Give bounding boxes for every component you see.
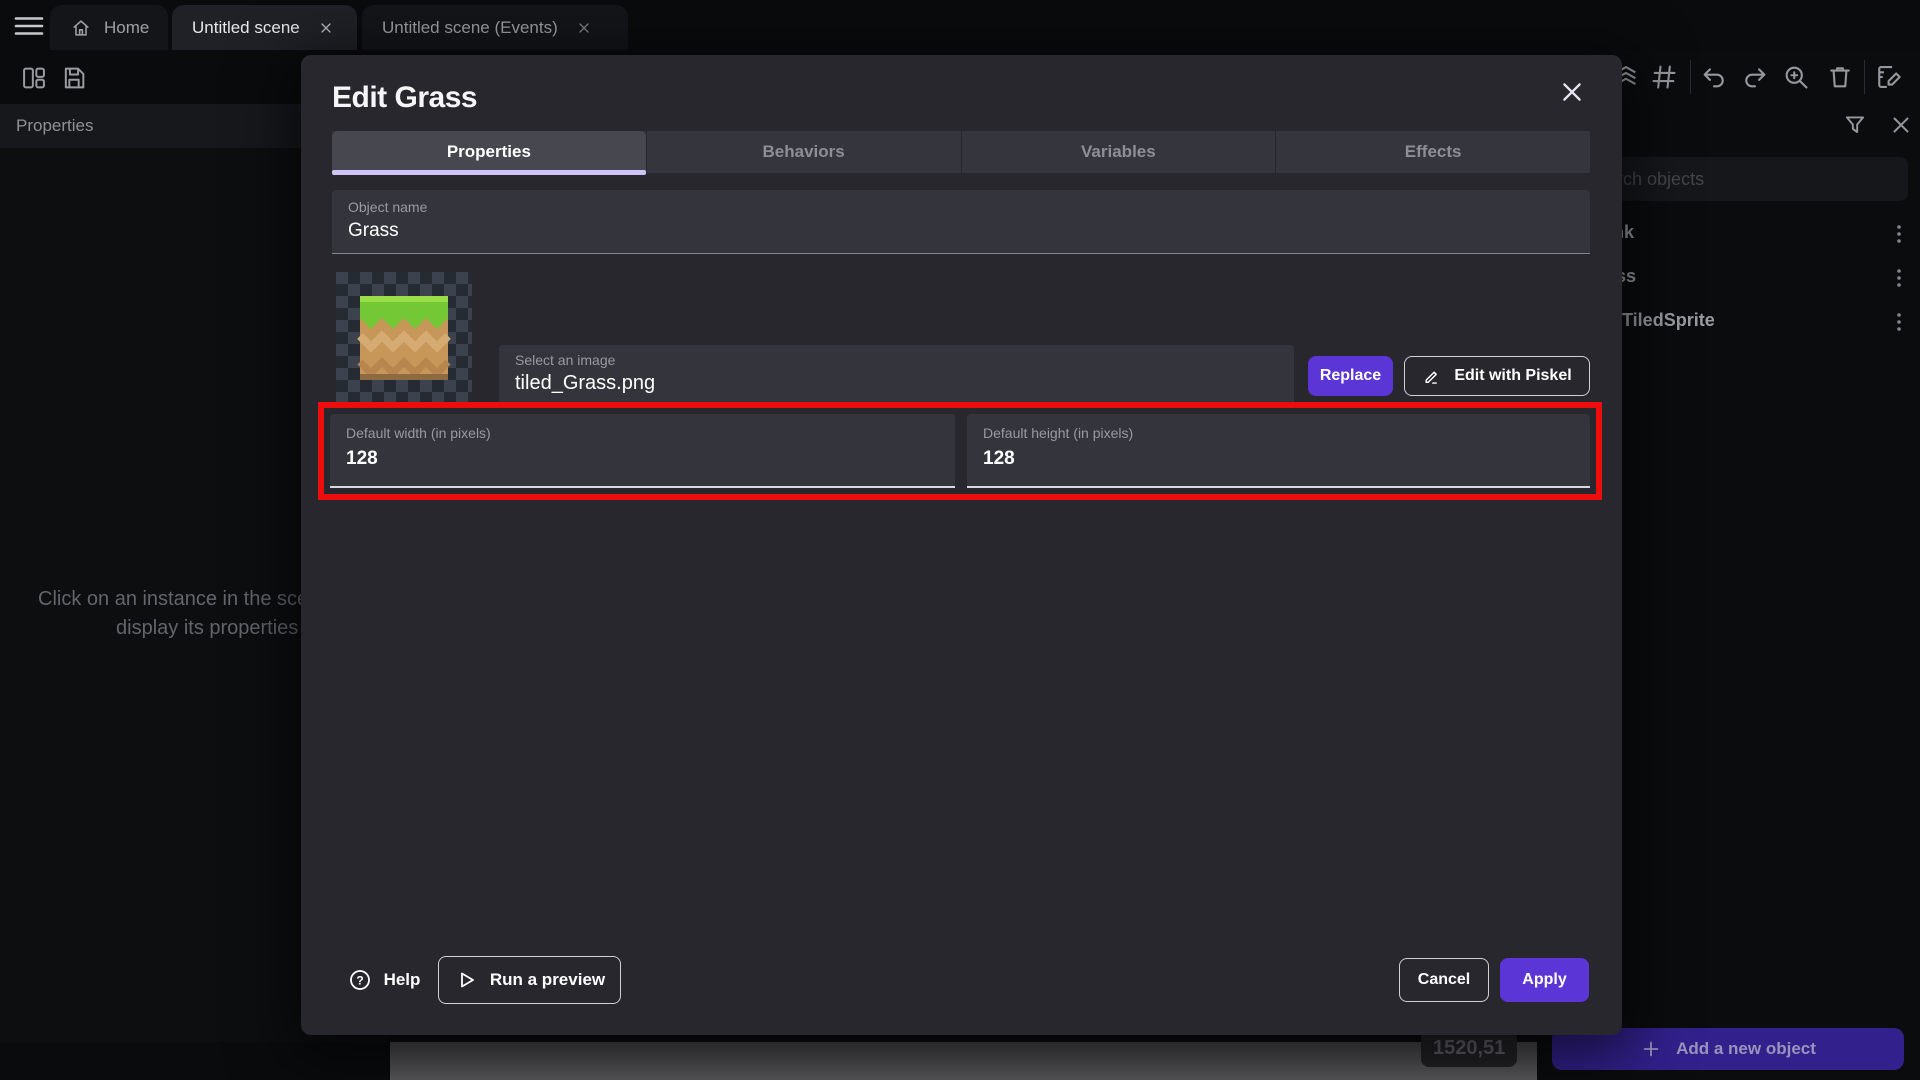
cancel-button[interactable]: Cancel <box>1399 958 1489 1002</box>
filter-icon[interactable] <box>1842 112 1868 138</box>
object-name-value[interactable]: Grass <box>348 220 399 242</box>
more-options-icon[interactable] <box>1888 221 1910 247</box>
tab-untitled-scene-events[interactable]: Untitled scene (Events) <box>362 5 628 50</box>
add-new-object-label: Add a new object <box>1676 1039 1816 1059</box>
object-name-field[interactable]: Object name Grass <box>332 190 1590 254</box>
close-tab-icon[interactable] <box>318 20 334 36</box>
play-icon <box>454 968 478 992</box>
default-width-value[interactable]: 128 <box>346 448 378 470</box>
object-name-label: Object name <box>348 199 427 215</box>
dialog-tab-bar: Properties Behaviors Variables Effects <box>332 131 1590 173</box>
image-file-field[interactable]: Select an image tiled_Grass.png <box>499 345 1294 404</box>
dialog-title: Edit Grass <box>332 81 477 115</box>
replace-button[interactable]: Replace <box>1308 356 1393 396</box>
edit-scene-properties-icon[interactable] <box>1874 63 1902 91</box>
grid-icon[interactable] <box>1650 63 1678 91</box>
apply-button[interactable]: Apply <box>1500 958 1589 1002</box>
run-preview-button[interactable]: Run a preview <box>438 956 621 1004</box>
scene-canvas[interactable] <box>390 1042 1537 1080</box>
image-file-value[interactable]: tiled_Grass.png <box>515 372 655 395</box>
svg-text:?: ? <box>356 974 363 988</box>
tab-home[interactable]: Home <box>50 5 168 50</box>
default-height-value[interactable]: 128 <box>983 448 1015 470</box>
tab-untitled-scene-label: Untitled scene <box>192 18 300 38</box>
properties-empty-message-line2: display its properties <box>116 617 298 640</box>
trash-icon[interactable] <box>1826 63 1854 91</box>
close-panel-icon[interactable] <box>1888 112 1914 138</box>
image-file-label: Select an image <box>515 352 615 368</box>
plus-icon <box>1640 1038 1662 1060</box>
save-icon[interactable] <box>60 64 88 92</box>
cursor-coordinates-badge: 1520,51 <box>1421 1030 1517 1067</box>
help-button[interactable]: ? Help <box>338 958 430 1002</box>
more-options-icon[interactable] <box>1888 309 1910 335</box>
help-icon: ? <box>348 968 372 992</box>
default-width-label: Default width (in pixels) <box>346 425 491 441</box>
close-dialog-icon[interactable] <box>1555 75 1589 109</box>
tab-untitled-scene[interactable]: Untitled scene <box>172 5 357 50</box>
properties-empty-message-line1: Click on an instance in the sce <box>38 588 308 611</box>
close-tab-icon[interactable] <box>576 20 592 36</box>
tab-untitled-scene-events-label: Untitled scene (Events) <box>382 18 558 38</box>
tab-behaviors[interactable]: Behaviors <box>646 131 961 173</box>
redo-icon[interactable] <box>1741 63 1769 91</box>
tab-effects[interactable]: Effects <box>1275 131 1590 173</box>
home-icon <box>70 17 92 39</box>
default-height-field[interactable]: Default height (in pixels) 128 <box>967 414 1590 488</box>
object-image-thumbnail[interactable] <box>336 272 472 404</box>
tab-home-label: Home <box>104 18 149 38</box>
main-menu-icon[interactable] <box>14 14 44 38</box>
undo-icon[interactable] <box>1700 63 1728 91</box>
default-width-field[interactable]: Default width (in pixels) 128 <box>330 414 955 488</box>
top-bar: Home Untitled scene Untitled scene (Even… <box>0 0 1920 50</box>
edit-with-piskel-button[interactable]: Edit with Piskel <box>1404 356 1590 396</box>
pencil-icon <box>1422 366 1442 386</box>
zoom-in-icon[interactable] <box>1782 63 1810 91</box>
tab-variables[interactable]: Variables <box>961 131 1276 173</box>
default-height-label: Default height (in pixels) <box>983 425 1133 441</box>
tab-properties[interactable]: Properties <box>332 131 646 173</box>
layout-panels-icon[interactable] <box>20 64 48 92</box>
more-options-icon[interactable] <box>1888 265 1910 291</box>
edit-object-dialog: Edit Grass Properties Behaviors Variable… <box>301 55 1622 1035</box>
